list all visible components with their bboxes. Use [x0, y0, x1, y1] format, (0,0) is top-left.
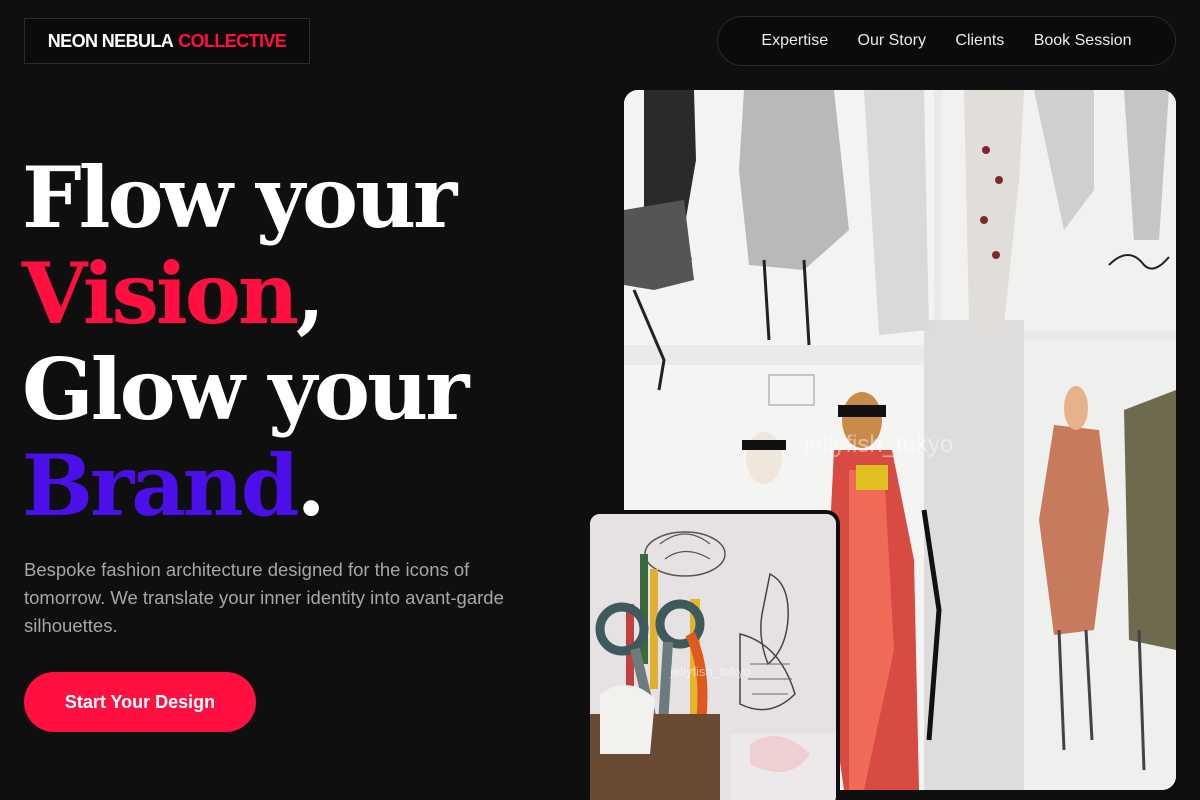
nav-item-clients[interactable]: Clients — [955, 32, 1004, 50]
art-supplies-image: jellyfish_tokyo — [586, 510, 840, 800]
headline-comma: , — [295, 244, 325, 343]
brand-logo[interactable]: NEON NEBULA COLLECTIVE — [24, 18, 310, 64]
nav-item-book-session[interactable]: Book Session — [1034, 32, 1132, 50]
headline-accent-brand: Brand — [22, 436, 299, 535]
start-design-button[interactable]: Start Your Design — [24, 672, 256, 732]
main-image-watermark: jellyfish_tokyo — [803, 431, 953, 458]
headline-line-1: Flow your — [22, 148, 457, 247]
headline-line-2: Vision, — [22, 246, 466, 342]
headline-line-4: Brand. — [22, 438, 466, 534]
headline-period: . — [296, 436, 326, 535]
brand-name-accent: COLLECTIVE — [178, 30, 287, 51]
headline-line-3: Glow your — [22, 340, 469, 439]
nav-item-our-story[interactable]: Our Story — [858, 32, 926, 50]
small-image-watermark: jellyfish_tokyo — [669, 664, 751, 679]
hero-headline: Flow your Vision, Glow your Brand. — [22, 148, 469, 534]
hero-description: Bespoke fashion architecture designed fo… — [24, 559, 504, 636]
brand-name-primary: NEON NEBULA — [47, 30, 174, 51]
nav-item-expertise[interactable]: Expertise — [761, 32, 828, 50]
main-nav: Expertise Our Story Clients Book Session — [717, 16, 1176, 66]
headline-accent-vision: Vision — [22, 244, 299, 343]
